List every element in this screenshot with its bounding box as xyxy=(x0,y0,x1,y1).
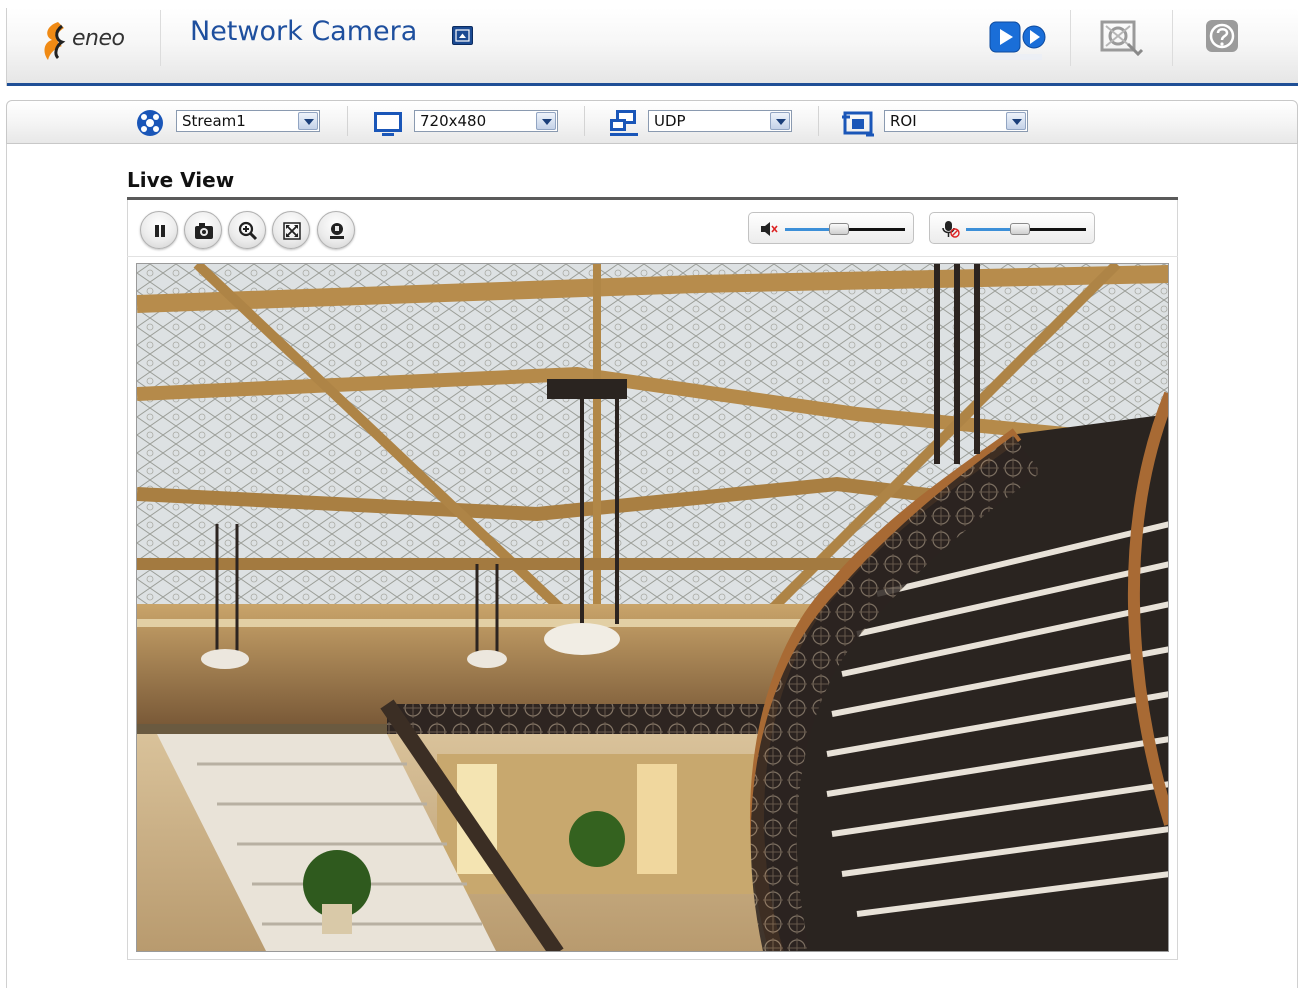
resolution-icon xyxy=(374,112,402,136)
live-view-button[interactable] xyxy=(986,14,1046,62)
page-title: Network Camera xyxy=(190,16,418,47)
header-divider xyxy=(160,10,161,66)
setup-button[interactable] xyxy=(1098,14,1148,62)
stream-select-value: Stream1 xyxy=(182,112,246,130)
stream-select[interactable]: Stream1 xyxy=(176,110,320,132)
zoom-icon xyxy=(238,221,258,241)
chevron-down-icon xyxy=(770,112,790,130)
speaker-volume-control xyxy=(748,212,914,244)
header-divider xyxy=(1172,10,1173,66)
chevron-up-icon xyxy=(455,29,470,42)
pause-icon xyxy=(155,225,165,237)
toolbar-divider xyxy=(347,106,348,136)
brand-name: eneo xyxy=(72,26,125,51)
chevron-down-icon xyxy=(298,112,318,130)
record-button[interactable] xyxy=(317,211,355,249)
live-view-icon xyxy=(989,21,1046,60)
microphone-volume-handle[interactable] xyxy=(1010,223,1030,235)
header-divider xyxy=(1070,10,1071,66)
frame-edge xyxy=(6,8,7,86)
roi-select[interactable]: ROI xyxy=(884,110,1028,132)
speaker-icon[interactable] xyxy=(759,220,779,238)
controls-divider xyxy=(127,256,1178,257)
protocol-select-value: UDP xyxy=(654,112,686,130)
fullscreen-icon xyxy=(283,222,301,240)
protocol-icon xyxy=(610,110,638,136)
snapshot-button[interactable] xyxy=(184,211,222,249)
protocol-select[interactable]: UDP xyxy=(648,110,792,132)
zoom-button[interactable] xyxy=(228,211,266,249)
help-icon xyxy=(1206,20,1238,52)
microphone-volume-control xyxy=(929,212,1095,244)
chevron-down-icon xyxy=(1006,112,1026,130)
snapshot-icon xyxy=(195,223,213,239)
speaker-volume-slider[interactable] xyxy=(785,223,905,235)
chevron-down-icon xyxy=(536,112,556,130)
microphone-volume-slider[interactable] xyxy=(966,223,1086,235)
live-video-stream[interactable] xyxy=(136,263,1169,952)
resolution-select[interactable]: 720x480 xyxy=(414,110,558,132)
camera-feed-image xyxy=(137,264,1168,951)
fullscreen-button[interactable] xyxy=(272,211,310,249)
record-icon xyxy=(330,223,344,239)
resolution-select-value: 720x480 xyxy=(420,112,487,130)
toolbar-divider xyxy=(584,106,585,136)
speaker-volume-handle[interactable] xyxy=(829,223,849,235)
stream-icon xyxy=(137,110,163,136)
pause-button[interactable] xyxy=(140,211,178,249)
roi-icon xyxy=(842,111,874,137)
live-view-heading: Live View xyxy=(127,168,235,192)
roi-select-value: ROI xyxy=(890,112,917,130)
setup-icon xyxy=(1100,20,1144,57)
collapse-header-button[interactable] xyxy=(452,26,473,45)
microphone-icon[interactable] xyxy=(940,220,960,238)
toolbar-divider xyxy=(818,106,819,136)
help-button[interactable] xyxy=(1200,14,1250,62)
